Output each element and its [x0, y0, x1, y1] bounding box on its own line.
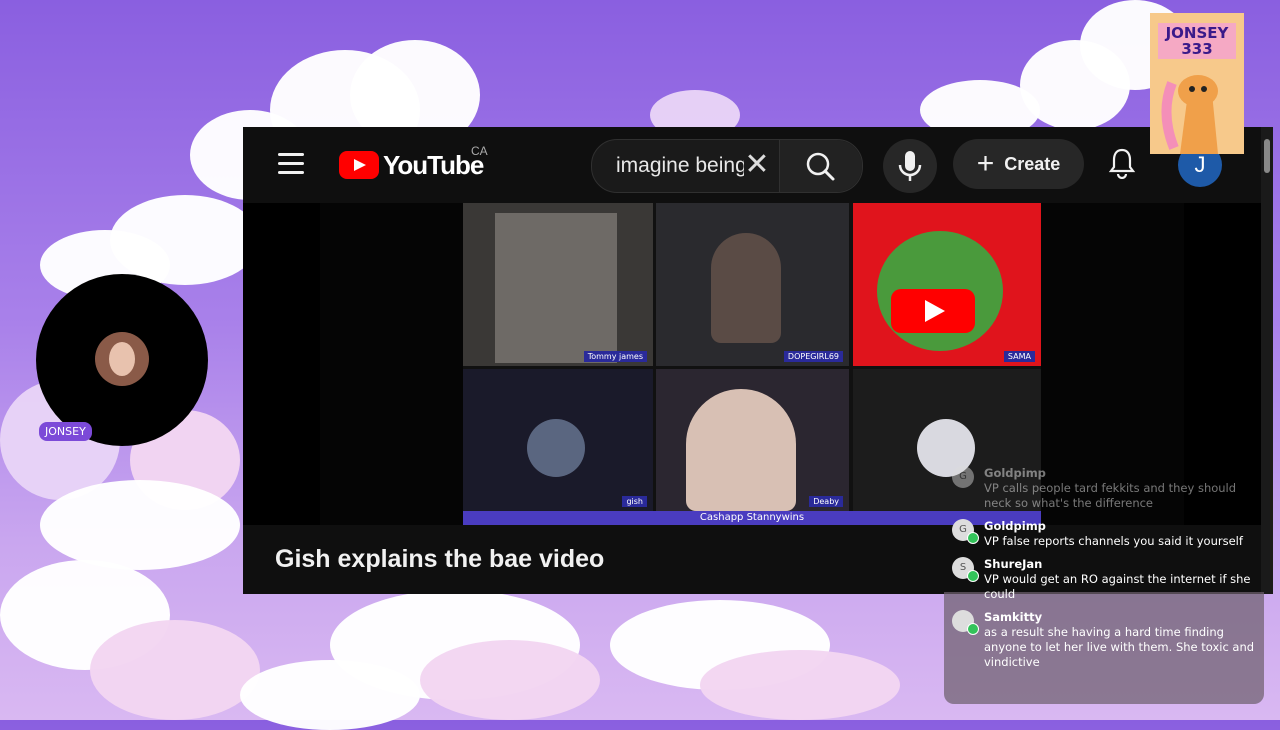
plus-icon: + [976, 147, 995, 180]
participant-name: Deaby [809, 496, 843, 507]
chat-text: VP calls people tard fekkits and they sh… [984, 481, 1237, 510]
chat-username: Goldpimp [984, 466, 1046, 480]
play-button-icon[interactable] [891, 289, 975, 333]
webcam-label: JONSEY [39, 422, 92, 441]
chat-message: S ShureJan VP would get an RO against th… [952, 557, 1264, 602]
chat-message: G Goldpimp VP false reports channels you… [952, 519, 1264, 549]
chat-avatar: G [952, 466, 974, 488]
search-button[interactable] [779, 140, 862, 192]
participant-name: Tommy james [583, 351, 647, 362]
participant-name: SAMA [1003, 351, 1035, 362]
youtube-logo[interactable]: YouTube [339, 149, 484, 181]
chat-badge-icon [967, 623, 979, 635]
youtube-wordmark: YouTube [383, 149, 484, 180]
chat-message: G Goldpimp VP calls people tard fekkits … [952, 466, 1264, 511]
giraffe-icon [1161, 75, 1218, 154]
video-tile: gish [463, 369, 653, 511]
video-tile: DOPEGIRL69 [656, 203, 849, 366]
chat-text: VP false reports channels you said it yo… [984, 534, 1243, 548]
country-code: CA [471, 144, 488, 158]
menu-icon[interactable] [278, 153, 304, 175]
create-button[interactable]: + Create [953, 139, 1084, 189]
youtube-play-icon [339, 151, 379, 179]
microphone-icon [898, 151, 922, 181]
clear-search-icon[interactable]: ✕ [742, 150, 772, 180]
voice-search-button[interactable] [883, 139, 937, 193]
chat-username: ShureJan [984, 557, 1043, 571]
chat-text: as a result she having a hard time findi… [984, 625, 1255, 669]
participant-name: gish [622, 496, 647, 507]
video-tile: SAMA [853, 203, 1041, 366]
chat-username: Goldpimp [984, 519, 1046, 533]
search-box: ✕ [591, 139, 863, 193]
participant-name: DOPEGIRL69 [783, 351, 843, 362]
create-label: Create [1004, 153, 1061, 174]
chat-badge-icon [967, 532, 979, 544]
streamer-sticker: JONSEY 333 [1150, 13, 1244, 154]
scrollbar-thumb[interactable] [1264, 139, 1270, 173]
youtube-header: YouTube CA ✕ + Create [243, 127, 1273, 203]
chat-badge-icon [967, 570, 979, 582]
chat-message: Samkitty as a result she having a hard t… [952, 610, 1264, 670]
streamer-avatar [95, 332, 149, 386]
webcam-overlay [36, 274, 208, 446]
letterbox-left [243, 203, 320, 525]
video-title[interactable]: Gish explains the bae video [275, 545, 604, 574]
video-tile: Deaby [656, 369, 849, 511]
search-icon [806, 152, 835, 181]
chat-overlay: G Goldpimp VP calls people tard fekkits … [952, 466, 1264, 678]
video-tile: Tommy james [463, 203, 653, 366]
search-input[interactable] [614, 153, 746, 179]
notifications-bell-icon[interactable] [1107, 147, 1137, 179]
chat-username: Samkitty [984, 610, 1043, 624]
chat-text: VP would get an RO against the internet … [984, 572, 1251, 601]
